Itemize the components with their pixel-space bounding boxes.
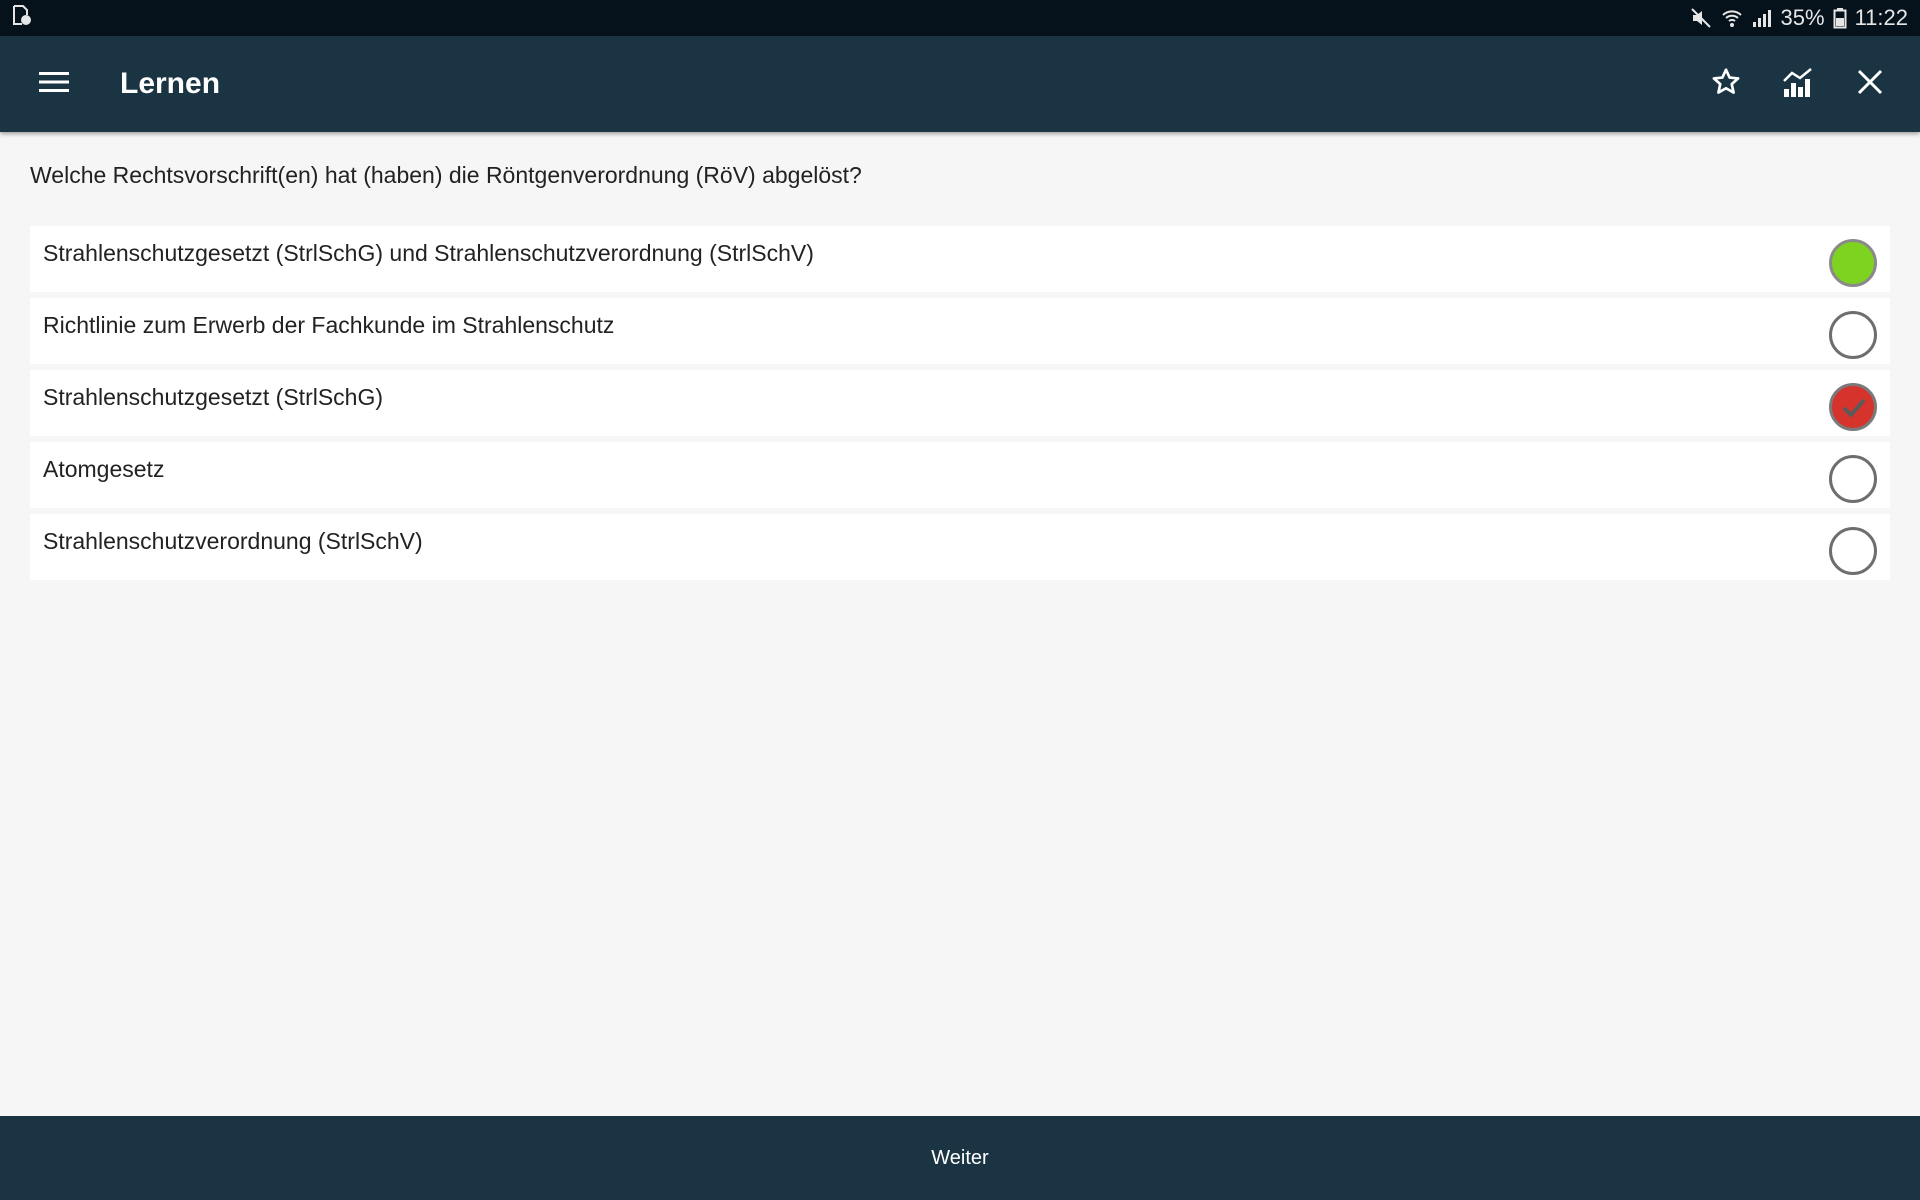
- answer-option-2[interactable]: Richtlinie zum Erwerb der Fachkunde im S…: [30, 298, 1890, 364]
- page-title: Lernen: [120, 67, 221, 100]
- quiz-content: Welche Rechtsvorschrift(en) hat (haben) …: [30, 132, 1890, 580]
- battery-percent: 35%: [1780, 5, 1825, 30]
- radio-circle-icon: [1829, 455, 1877, 503]
- answer-option-1[interactable]: Strahlenschutzgesetzt (StrlSchG) und Str…: [30, 226, 1890, 292]
- radio-circle-icon: [1829, 311, 1877, 359]
- appbar-actions: [1690, 48, 1906, 120]
- battery-icon: [1833, 7, 1847, 29]
- answer-option-5[interactable]: Strahlenschutzverordnung (StrlSchV): [30, 514, 1890, 580]
- answer-option-3[interactable]: Strahlenschutzgesetzt (StrlSchG): [30, 370, 1890, 436]
- wrong-selection-indicator: [1829, 383, 1877, 431]
- question-text: Welche Rechtsvorschrift(en) hat (haben) …: [30, 162, 862, 188]
- clock: 11:22: [1854, 5, 1908, 30]
- next-button[interactable]: Weiter: [891, 1127, 1028, 1190]
- status-left: [10, 4, 32, 32]
- checkmark-icon: [1842, 398, 1866, 417]
- menu-icon: [39, 70, 69, 99]
- statistics-icon: [1781, 65, 1815, 104]
- radio-circle-icon: [1829, 527, 1877, 575]
- app-bar: Lernen: [0, 36, 1920, 132]
- bottom-bar: Weiter: [0, 1116, 1920, 1200]
- mute-icon: [1689, 6, 1713, 30]
- answer-option-text: Strahlenschutzgesetzt (StrlSchG) und Str…: [43, 240, 814, 266]
- status-bar: 35% 11:22: [0, 0, 1920, 36]
- close-button[interactable]: [1834, 48, 1906, 120]
- star-icon: [1710, 66, 1742, 103]
- notification-icon: [10, 4, 32, 32]
- answer-option-text: Strahlenschutzverordnung (StrlSchV): [43, 528, 423, 554]
- signal-icon: [1751, 7, 1773, 29]
- close-icon: [1857, 69, 1883, 100]
- status-right: 35% 11:22: [1689, 5, 1908, 31]
- answer-option-4[interactable]: Atomgesetz: [30, 442, 1890, 508]
- wifi-icon: [1721, 7, 1743, 29]
- menu-button[interactable]: [0, 36, 108, 132]
- answer-options: Strahlenschutzgesetzt (StrlSchG) und Str…: [30, 226, 1890, 580]
- favorite-button[interactable]: [1690, 48, 1762, 120]
- answer-option-text: Atomgesetz: [43, 456, 165, 482]
- answer-option-text: Strahlenschutzgesetzt (StrlSchG): [43, 384, 384, 410]
- statistics-button[interactable]: [1762, 48, 1834, 120]
- correct-answer-indicator: [1829, 239, 1877, 287]
- answer-option-text: Richtlinie zum Erwerb der Fachkunde im S…: [43, 312, 615, 338]
